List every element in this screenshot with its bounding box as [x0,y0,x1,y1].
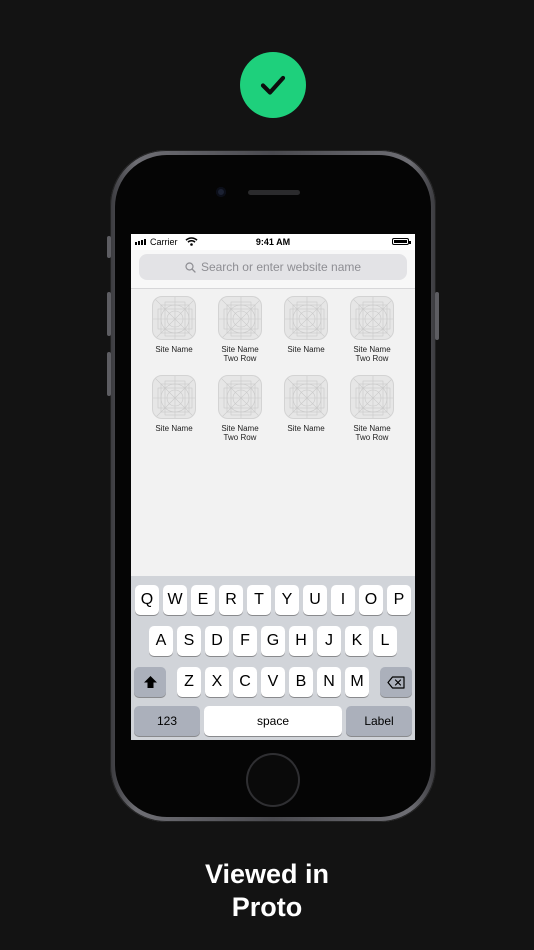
key-l[interactable]: L [373,626,397,656]
site-label: Site Name Two Row [353,424,391,442]
browser-nav-bar: Search or enter website name [131,250,415,289]
mute-switch [107,236,111,258]
key-p[interactable]: P [387,585,411,615]
front-camera [216,187,226,197]
site-icon [152,296,196,340]
key-n[interactable]: N [317,667,341,697]
shift-arrow-icon [143,676,157,688]
backspace-icon [387,675,405,689]
key-q[interactable]: Q [135,585,159,615]
key-m[interactable]: M [345,667,369,697]
caption-line-1: Viewed in [204,859,330,889]
placeholder-app-icon [153,376,195,418]
power-button [435,292,439,340]
placeholder-app-icon [285,376,327,418]
site-label: Site Name [287,424,325,433]
site-icon [152,375,196,419]
key-x[interactable]: X [205,667,229,697]
earpiece-speaker [248,190,300,195]
numbers-key[interactable]: 123 [134,706,200,736]
placeholder-app-icon [219,376,261,418]
favorite-site[interactable]: Site Name Two Row [339,375,405,454]
favorite-site[interactable]: Site Name Two Row [207,375,273,454]
placeholder-app-icon [219,297,261,339]
site-icon [350,296,394,340]
key-g[interactable]: G [261,626,285,656]
space-key[interactable]: space [204,706,342,736]
placeholder-app-icon [285,297,327,339]
favorites-grid: Site Name Site Name Two Row Site Name Site … [141,296,405,454]
home-button[interactable] [248,755,298,805]
key-i[interactable]: I [331,585,355,615]
key-u[interactable]: U [303,585,327,615]
placeholder-app-icon [351,297,393,339]
key-y[interactable]: Y [275,585,299,615]
key-b[interactable]: B [289,667,313,697]
search-input[interactable]: Search or enter website name [139,254,407,280]
key-k[interactable]: K [345,626,369,656]
favorite-site[interactable]: Site Name [273,375,339,454]
favorite-site[interactable]: Site Name Two Row [339,296,405,375]
key-z[interactable]: Z [177,667,201,697]
battery-icon [392,238,411,245]
favorite-site[interactable]: Site Name [141,375,207,454]
key-o[interactable]: O [359,585,383,615]
shift-key[interactable] [134,667,166,697]
key-d[interactable]: D [205,626,229,656]
status-bar: Carrier 9:41 AM [131,234,415,250]
favorite-site[interactable]: Site Name [273,296,339,375]
site-label: Site Name Two Row [353,345,391,363]
key-a[interactable]: A [149,626,173,656]
key-v[interactable]: V [261,667,285,697]
checkmark-icon [260,75,286,95]
site-icon [218,375,262,419]
favorite-site[interactable]: Site Name Two Row [207,296,273,375]
search-icon [185,261,196,273]
key-j[interactable]: J [317,626,341,656]
keyboard-row-2: ASDFGHJKL [131,626,415,656]
caption-line-2: Proto [231,892,303,922]
status-time: 9:41 AM [255,237,291,247]
site-icon [284,375,328,419]
site-label: Site Name Two Row [221,424,259,442]
placeholder-app-icon [153,297,195,339]
key-r[interactable]: R [219,585,243,615]
favorite-site[interactable]: Site Name [141,296,207,375]
return-key[interactable]: Label [346,706,412,736]
volume-down-button [107,352,111,396]
key-t[interactable]: T [247,585,271,615]
site-icon [350,375,394,419]
on-screen-keyboard: QWERTYUIOP ASDFGHJKL ZXCVBNM 123 space L… [131,576,415,740]
key-e[interactable]: E [191,585,215,615]
phone-screen: Carrier 9:41 AM Search or enter website … [131,234,415,740]
keyboard-row-1: QWERTYUIOP [131,585,415,615]
delete-key[interactable] [380,667,412,697]
keyboard-row-4: 123 space Label [131,706,415,736]
site-label: Site Name [287,345,325,354]
site-label: Site Name Two Row [221,345,259,363]
app-store-screenshot: Carrier 9:41 AM Search or enter website … [0,0,534,950]
keyboard-row-3-letters: ZXCVBNM [177,667,369,697]
site-icon [218,296,262,340]
keyboard-row-3: ZXCVBNM [131,667,415,697]
key-w[interactable]: W [163,585,187,615]
search-placeholder: Search or enter website name [200,260,362,274]
site-icon [284,296,328,340]
key-h[interactable]: H [289,626,313,656]
caption: Viewed in Proto [0,858,534,924]
success-badge [240,52,306,118]
placeholder-app-icon [351,376,393,418]
site-label: Site Name [155,424,193,433]
key-f[interactable]: F [233,626,257,656]
volume-up-button [107,292,111,336]
key-c[interactable]: C [233,667,257,697]
key-s[interactable]: S [177,626,201,656]
site-label: Site Name [155,345,193,354]
